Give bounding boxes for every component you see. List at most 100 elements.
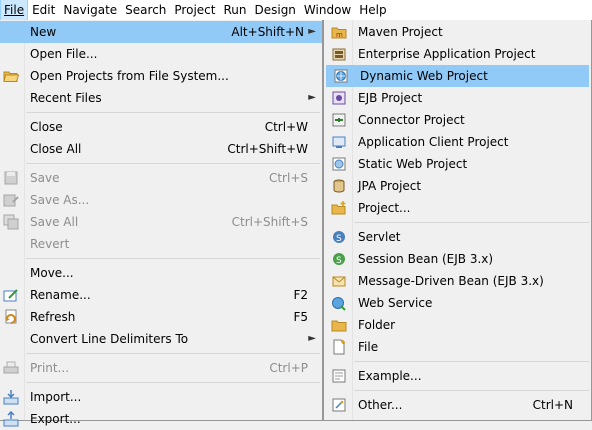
menu-item-dynamic-web-project[interactable]: Dynamic Web Project xyxy=(326,65,589,87)
menu-item-label: Web Service xyxy=(358,296,433,310)
menu-item-label: Enterprise Application Project xyxy=(358,47,536,61)
menu-item-label: Message-Driven Bean (EJB 3.x) xyxy=(358,274,544,288)
menu-item-accelerator: F5 xyxy=(293,310,308,324)
menu-help[interactable]: Help xyxy=(356,0,389,20)
menu-item-label: Save All xyxy=(30,215,79,229)
menu-item-label: Import... xyxy=(30,390,82,404)
menu-item-label: EJB Project xyxy=(358,91,423,105)
menu-search[interactable]: Search xyxy=(122,0,169,20)
menu-item-other[interactable]: Other... Ctrl+N xyxy=(324,394,591,416)
menu-edit[interactable]: Edit xyxy=(29,0,58,20)
servlet-icon: S xyxy=(333,231,345,244)
menu-search-label: Search xyxy=(125,3,167,17)
example-icon xyxy=(332,369,346,383)
menu-item-label: Open File... xyxy=(30,47,98,61)
enterprise-application-icon xyxy=(332,48,346,61)
menu-item-accelerator: Ctrl+Shift+S xyxy=(231,215,308,229)
message-driven-bean-icon xyxy=(332,276,346,287)
menu-window-label: Window xyxy=(303,3,352,17)
menu-item-label: Export... xyxy=(30,412,81,426)
menu-item-save[interactable]: Save Ctrl+S xyxy=(0,167,322,189)
refresh-icon xyxy=(5,309,17,324)
menu-window[interactable]: Window xyxy=(301,0,354,20)
menu-navigate[interactable]: Navigate xyxy=(60,0,120,20)
menu-item-maven-project[interactable]: m Maven Project xyxy=(324,21,591,43)
web-service-icon xyxy=(332,297,346,311)
folder-icon xyxy=(331,320,347,332)
menu-separator xyxy=(26,163,320,164)
menu-item-label: Example... xyxy=(358,369,422,383)
menu-separator xyxy=(26,382,320,383)
menu-item-close[interactable]: Close Ctrl+W xyxy=(0,116,322,138)
menu-item-file[interactable]: File xyxy=(324,336,591,358)
submenu-arrow-icon: ► xyxy=(308,333,316,344)
import-icon xyxy=(3,390,19,405)
save-all-icon xyxy=(3,214,19,230)
menu-item-servlet[interactable]: S Servlet xyxy=(324,226,591,248)
menu-item-label: Move... xyxy=(30,266,74,280)
menu-item-close-all[interactable]: Close All Ctrl+Shift+W xyxy=(0,138,322,160)
new-submenu: m Maven Project Enterprise Application P… xyxy=(323,20,592,421)
menu-item-enterprise-application-project[interactable]: Enterprise Application Project xyxy=(324,43,591,65)
menu-item-refresh[interactable]: Refresh F5 xyxy=(0,306,322,328)
menu-separator xyxy=(26,258,320,259)
other-wizard-icon xyxy=(332,398,346,412)
menu-item-label: Application Client Project xyxy=(358,135,509,149)
menu-project[interactable]: Project xyxy=(171,0,218,20)
menu-item-jpa-project[interactable]: JPA Project xyxy=(324,175,591,197)
menu-help-label: Help xyxy=(359,3,387,17)
menu-item-ejb-project[interactable]: EJB Project xyxy=(324,87,591,109)
menu-design-label: Design xyxy=(254,3,296,17)
menu-item-message-driven-bean[interactable]: Message-Driven Bean (EJB 3.x) xyxy=(324,270,591,292)
menu-item-open-file[interactable]: Open File... xyxy=(0,43,322,65)
menu-item-example[interactable]: Example... xyxy=(324,365,591,387)
menu-item-label: New xyxy=(30,25,57,39)
menu-item-recent-files[interactable]: Recent Files ► xyxy=(0,87,322,109)
svg-text:S: S xyxy=(336,234,342,244)
menu-item-label: Project... xyxy=(358,201,411,215)
menu-item-label: Folder xyxy=(358,318,396,332)
static-web-project-icon xyxy=(332,157,346,171)
menu-item-accelerator: Alt+Shift+N xyxy=(231,25,304,39)
menu-run[interactable]: Run xyxy=(220,0,249,20)
menu-item-convert-line-delimiters[interactable]: Convert Line Delimiters To ► xyxy=(0,328,322,350)
menu-item-label: File xyxy=(358,340,379,354)
menu-separator xyxy=(354,390,589,391)
dynamic-web-project-icon xyxy=(334,69,348,83)
menu-separator xyxy=(354,222,589,223)
menu-item-save-all[interactable]: Save All Ctrl+Shift+S xyxy=(0,211,322,233)
menu-project-label: Project xyxy=(174,3,216,17)
menu-item-print[interactable]: Print... Ctrl+P xyxy=(0,357,322,379)
menu-item-label: Close All xyxy=(30,142,82,156)
menu-design[interactable]: Design xyxy=(251,0,298,20)
file-menu: New Alt+Shift+N ► Open File... Open Proj… xyxy=(0,20,323,427)
application-client-icon xyxy=(332,136,346,148)
menu-item-accelerator: Ctrl+N xyxy=(532,398,573,412)
menu-item-accelerator: Ctrl+Shift+W xyxy=(227,142,308,156)
menu-file[interactable]: File xyxy=(0,0,29,21)
menu-item-label: Convert Line Delimiters To xyxy=(30,332,189,346)
menu-item-label: JPA Project xyxy=(358,179,422,193)
menu-navigate-label: Navigate xyxy=(63,3,118,17)
menu-item-connector-project[interactable]: Connector Project xyxy=(324,109,591,131)
menu-item-import[interactable]: Import... xyxy=(0,386,322,408)
menu-item-static-web-project[interactable]: Static Web Project xyxy=(324,153,591,175)
menu-item-web-service[interactable]: Web Service xyxy=(324,292,591,314)
jpa-project-icon xyxy=(333,179,345,193)
menu-item-rename[interactable]: Rename... F2 xyxy=(0,284,322,306)
menu-item-move[interactable]: Move... xyxy=(0,262,322,284)
menu-item-session-bean[interactable]: S Session Bean (EJB 3.x) xyxy=(324,248,591,270)
menu-item-label: Maven Project xyxy=(358,25,443,39)
file-icon xyxy=(333,339,345,355)
menu-item-new[interactable]: New Alt+Shift+N ► xyxy=(0,21,322,43)
print-icon xyxy=(3,361,19,374)
menu-item-save-as[interactable]: Save As... xyxy=(0,189,322,211)
menu-item-revert[interactable]: Revert xyxy=(0,233,322,255)
menu-item-folder[interactable]: Folder xyxy=(324,314,591,336)
menu-item-export[interactable]: Export... xyxy=(0,408,322,430)
menu-item-label: Static Web Project xyxy=(358,157,468,171)
menu-edit-label: Edit xyxy=(32,3,56,17)
menu-item-open-projects[interactable]: Open Projects from File System... xyxy=(0,65,322,87)
menu-item-application-client-project[interactable]: Application Client Project xyxy=(324,131,591,153)
menu-item-project[interactable]: Project... xyxy=(324,197,591,219)
